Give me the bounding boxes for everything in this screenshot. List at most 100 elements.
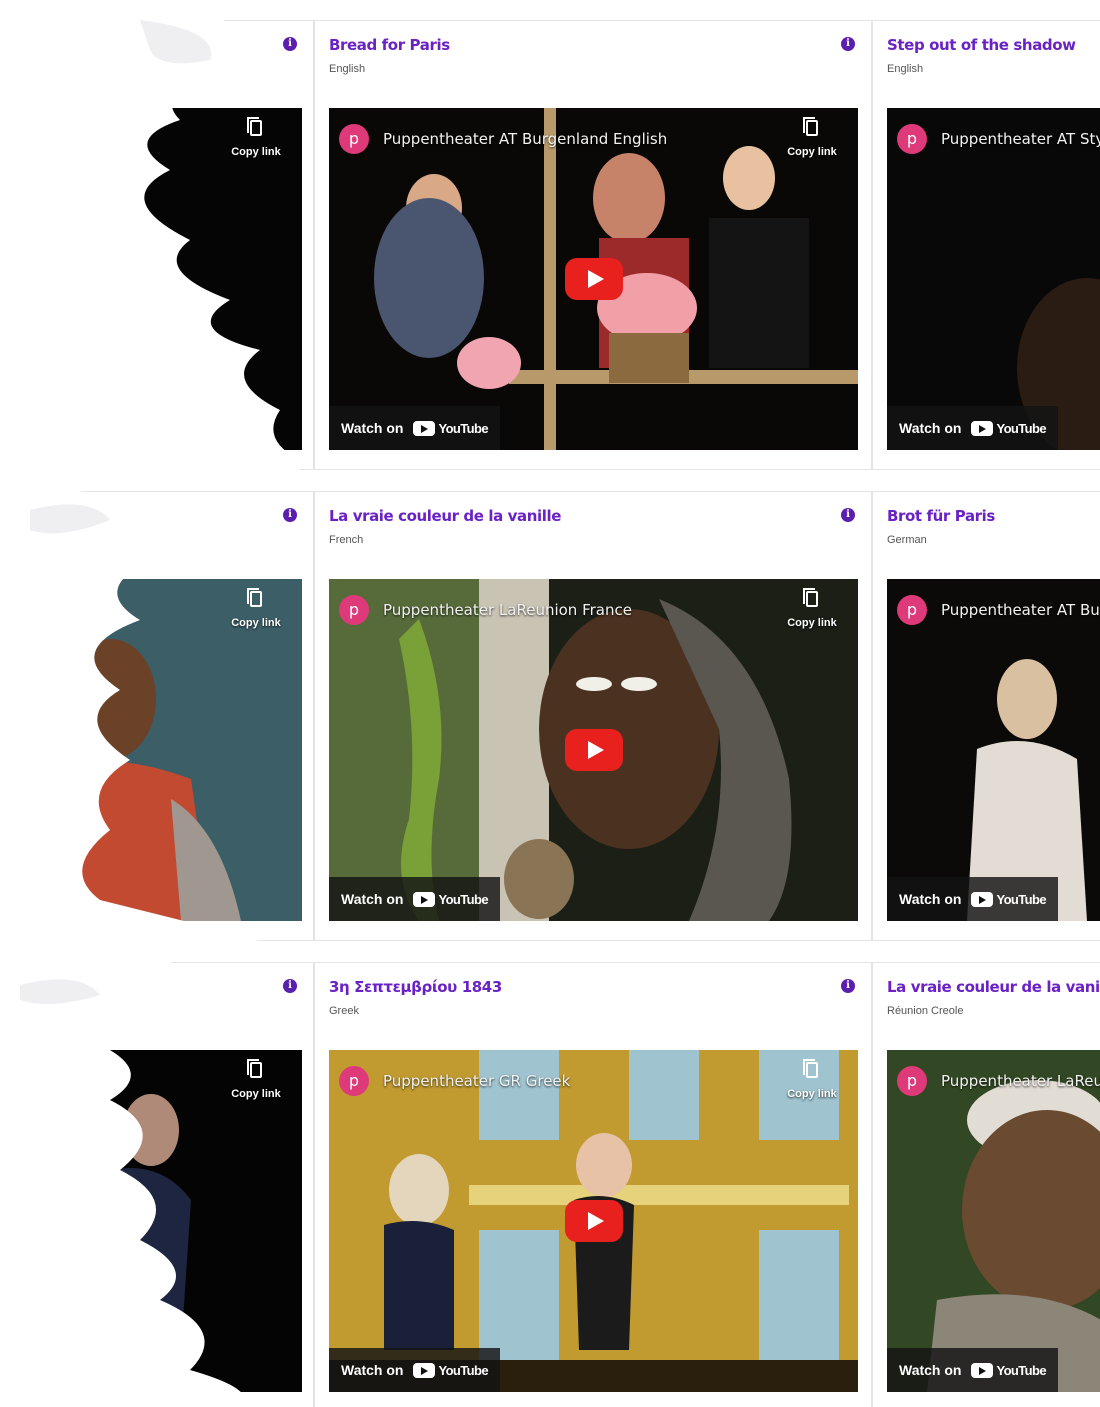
copy-link-button[interactable]: Copy link [782, 588, 842, 631]
video-player[interactable]: p Puppentheater LaReunion France Copy li… [329, 579, 858, 921]
video-row: i Copy link Bread for Paris English i p … [0, 20, 1100, 470]
video-player[interactable]: Copy link [0, 108, 302, 450]
video-title[interactable]: La vraie couleur de la vanille [329, 507, 561, 525]
video-row: i Copy link 3η Σεπτεμβρίου 1843 Greek i … [0, 962, 1100, 1407]
channel-avatar[interactable]: p [897, 124, 927, 154]
watch-on-youtube-button[interactable]: Watch on YouTube [329, 406, 500, 450]
info-icon[interactable]: i [841, 37, 855, 51]
video-row: i Copy link La vraie couleur de la vanil… [0, 491, 1100, 941]
video-player[interactable]: p Puppentheater AT Burgenland English Co… [329, 108, 858, 450]
copy-link-button[interactable]: Copy link [226, 1059, 286, 1102]
watch-on-label: Watch on [899, 420, 962, 436]
youtube-icon [971, 1362, 994, 1378]
youtube-icon [413, 420, 436, 436]
youtube-wordmark: YouTube [438, 891, 488, 907]
copy-link-button[interactable]: Copy link [782, 117, 842, 160]
video-card: La vraie couleur de la vanille French i [314, 491, 872, 941]
info-icon[interactable]: i [841, 508, 855, 522]
copy-icon [803, 1059, 818, 1078]
video-language: Réunion Creole [887, 1005, 964, 1017]
youtube-icon [413, 1362, 436, 1378]
copy-link-label: Copy link [787, 617, 837, 629]
video-title[interactable]: La vraie couleur de la vanille (Cr [887, 978, 1100, 996]
youtube-wordmark: YouTube [438, 420, 488, 436]
channel-title[interactable]: Puppentheater AT Burg [941, 601, 1100, 619]
video-language: English [887, 63, 924, 75]
card-header: i [0, 492, 313, 580]
channel-title[interactable]: Puppentheater GR Greek [383, 1072, 570, 1090]
channel-avatar[interactable]: p [897, 595, 927, 625]
channel-bar[interactable]: p Puppentheater AT Styri [897, 124, 1100, 154]
copy-icon [803, 117, 818, 136]
card-header: La vraie couleur de la vanille French i [315, 492, 871, 580]
youtube-icon [971, 420, 994, 436]
copy-link-button[interactable]: Copy link [782, 1059, 842, 1102]
copy-link-button[interactable]: Copy link [226, 117, 286, 160]
watch-on-label: Watch on [899, 1362, 962, 1378]
video-card: Brot für Paris German i p Puppentheater … [872, 491, 1100, 941]
youtube-wordmark: YouTube [438, 1362, 488, 1378]
youtube-wordmark: YouTube [996, 420, 1046, 436]
channel-bar[interactable]: p Puppentheater AT Burg [897, 595, 1100, 625]
channel-avatar[interactable]: p [339, 595, 369, 625]
channel-title[interactable]: Puppentheater AT Burgenland English [383, 130, 667, 148]
video-player[interactable]: Copy link [0, 579, 302, 921]
video-card: i Copy link [0, 20, 314, 470]
video-card: La vraie couleur de la vanille (Cr Réuni… [872, 962, 1100, 1407]
youtube-logo: YouTube [971, 891, 1047, 907]
video-player[interactable]: p Puppentheater LaReun Watch on YouTube [887, 1050, 1100, 1392]
channel-avatar[interactable]: p [897, 1066, 927, 1096]
channel-avatar[interactable]: p [339, 1066, 369, 1096]
video-language: German [887, 534, 927, 546]
watch-on-youtube-button[interactable]: Watch on YouTube [887, 877, 1058, 921]
copy-link-label: Copy link [231, 146, 281, 158]
play-button[interactable] [564, 1200, 623, 1242]
video-card: 3η Σεπτεμβρίου 1843 Greek i p Puppenthea… [314, 962, 872, 1407]
watch-on-youtube-button[interactable]: Watch on YouTube [887, 406, 1058, 450]
youtube-icon [413, 891, 436, 907]
video-thumbnail [887, 1050, 1100, 1392]
video-player[interactable]: Copy link [0, 1050, 302, 1392]
channel-bar[interactable]: p Puppentheater LaReun [897, 1066, 1100, 1096]
card-header: 3η Σεπτεμβρίου 1843 Greek i [315, 963, 871, 1051]
channel-bar[interactable]: p Puppentheater GR Greek [339, 1066, 570, 1096]
video-player[interactable]: p Puppentheater AT Styri Watch on YouTub… [887, 108, 1100, 450]
video-card: i Copy link [0, 491, 314, 941]
info-icon[interactable]: i [283, 37, 297, 51]
channel-title[interactable]: Puppentheater LaReunion France [383, 601, 632, 619]
youtube-icon [971, 891, 994, 907]
watch-on-label: Watch on [341, 891, 404, 907]
video-player[interactable]: p Puppentheater AT Burg Watch on YouTube [887, 579, 1100, 921]
play-button[interactable] [564, 729, 623, 771]
copy-link-button[interactable]: Copy link [226, 588, 286, 631]
watch-on-youtube-button[interactable]: Watch on YouTube [329, 1348, 500, 1392]
video-player[interactable]: p Puppentheater GR Greek Copy link Watch… [329, 1050, 858, 1392]
channel-title[interactable]: Puppentheater AT Styri [941, 130, 1100, 148]
watch-on-label: Watch on [899, 891, 962, 907]
video-title[interactable]: 3η Σεπτεμβρίου 1843 [329, 978, 502, 996]
video-card: Bread for Paris English i p Puppentheate… [314, 20, 872, 470]
watch-on-youtube-button[interactable]: Watch on YouTube [329, 877, 500, 921]
copy-link-label: Copy link [231, 617, 281, 629]
video-title[interactable]: Brot für Paris [887, 507, 995, 525]
video-title[interactable]: Step out of the shadow [887, 36, 1076, 54]
video-card: Step out of the shadow English i p Puppe… [872, 20, 1100, 470]
channel-title[interactable]: Puppentheater LaReun [941, 1072, 1100, 1090]
video-card: i Copy link [0, 962, 314, 1407]
youtube-logo: YouTube [413, 420, 489, 436]
play-button[interactable] [564, 258, 623, 300]
watch-on-youtube-button[interactable]: Watch on YouTube [887, 1348, 1058, 1392]
info-icon[interactable]: i [841, 979, 855, 993]
youtube-logo: YouTube [971, 1362, 1047, 1378]
copy-link-label: Copy link [231, 1088, 281, 1100]
video-language: Greek [329, 1005, 359, 1017]
info-icon[interactable]: i [283, 508, 297, 522]
info-icon[interactable]: i [283, 979, 297, 993]
video-language: English [329, 63, 366, 75]
video-title[interactable]: Bread for Paris [329, 36, 450, 54]
channel-bar[interactable]: p Puppentheater LaReunion France [339, 595, 632, 625]
youtube-wordmark: YouTube [996, 1362, 1046, 1378]
channel-avatar[interactable]: p [339, 124, 369, 154]
channel-bar[interactable]: p Puppentheater AT Burgenland English [339, 124, 667, 154]
youtube-logo: YouTube [413, 891, 489, 907]
